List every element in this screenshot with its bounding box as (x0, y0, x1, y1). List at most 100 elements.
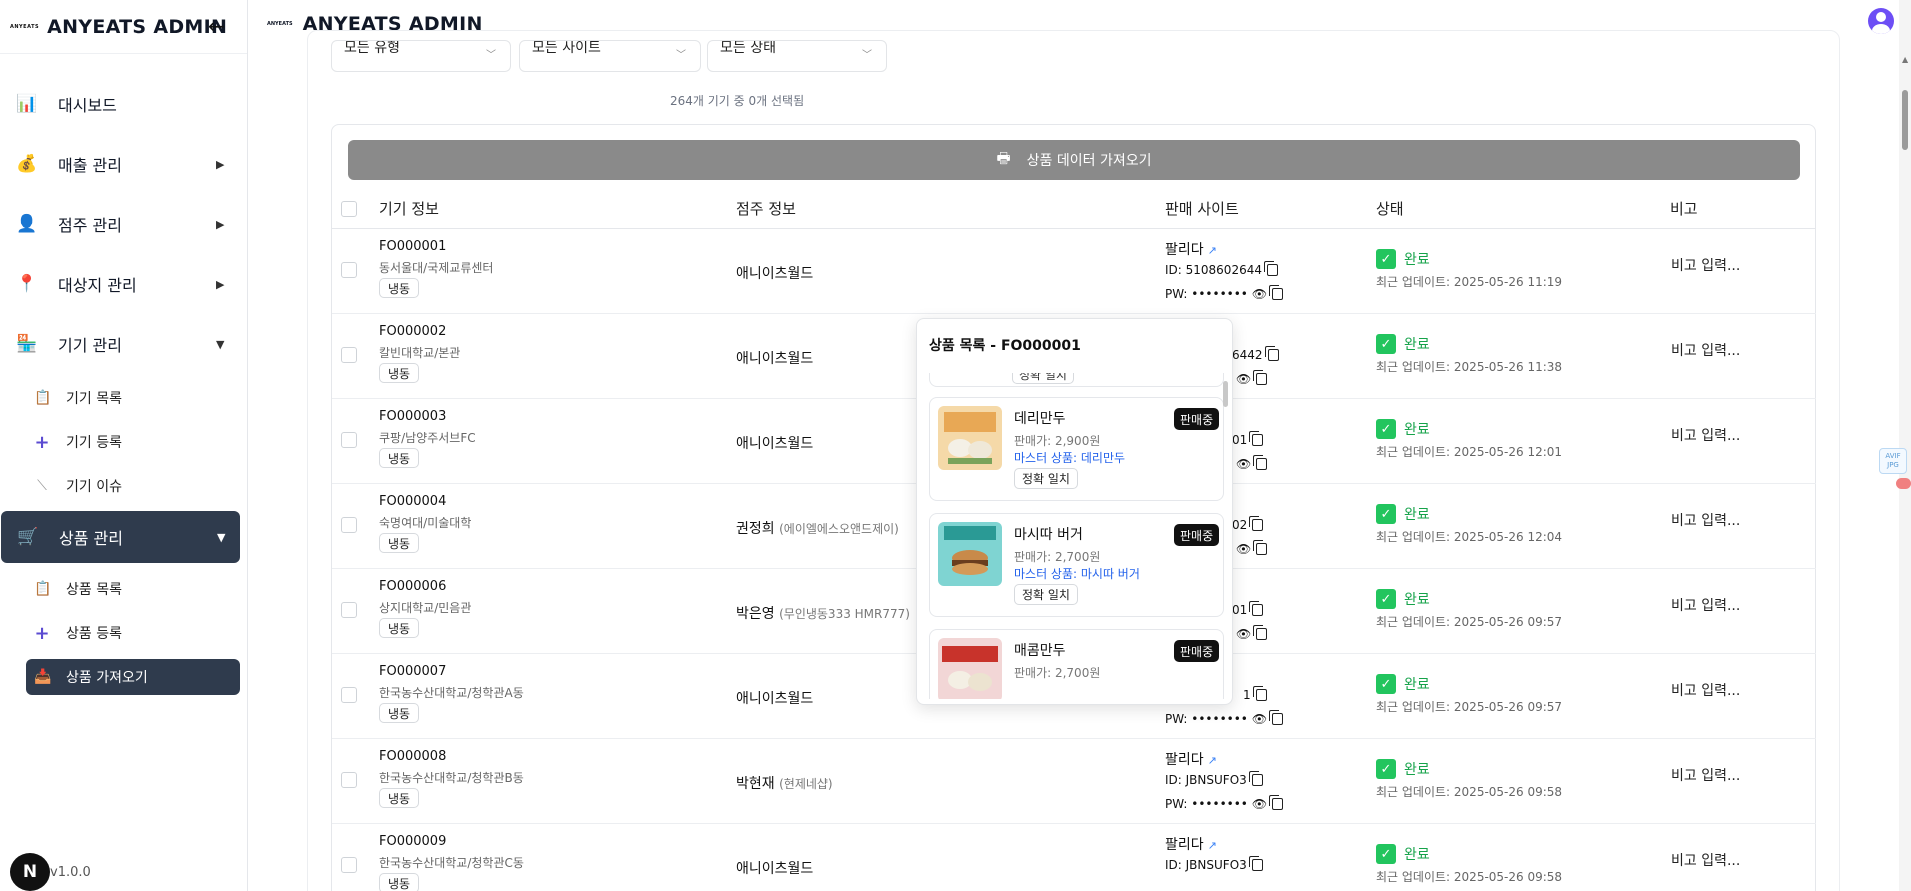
popover-product-list[interactable]: 정확 일치 데리만두 판매가: 2,900원 마스터 상품: 데리만두 정확 일… (929, 373, 1224, 699)
sidebar-subitem-product-list[interactable]: 📋 상품 목록 (26, 571, 240, 607)
select-all-checkbox[interactable] (341, 201, 357, 217)
eye-icon[interactable]: 👁 (1236, 372, 1251, 386)
row-checkbox[interactable] (341, 347, 357, 363)
scroll-thumb[interactable] (1902, 90, 1908, 150)
caret-right-icon: ▶ (216, 277, 225, 291)
site-pw-text: PW: •••••••• (1165, 712, 1248, 726)
product-name: 데리만두 (1014, 411, 1066, 427)
product-card[interactable]: 마시따 버거 판매가: 2,700원 마스터 상품: 마시따 버거 정확 일치 … (929, 513, 1224, 617)
eye-icon[interactable]: 👁 (1252, 797, 1267, 811)
sidebar-item-locations[interactable]: 📍 대상지 관리 ▶ (0, 258, 247, 310)
product-card[interactable]: 매콤만두 판매가: 2,700원 판매중 (929, 629, 1224, 699)
popover-scrollbar[interactable] (1223, 381, 1228, 407)
row-checkbox[interactable] (341, 432, 357, 448)
product-card[interactable]: 데리만두 판매가: 2,900원 마스터 상품: 데리만두 정확 일치 판매중 (929, 397, 1224, 501)
sidebar-item-dashboard[interactable]: 📊 대시보드 (0, 78, 247, 130)
master-product-link[interactable]: 마스터 상품: 데리만두 (1014, 449, 1125, 466)
arrow-left-icon[interactable]: ← (208, 14, 225, 38)
memo-input[interactable]: 비고 입력... (1671, 595, 1740, 615)
eye-icon[interactable]: 👁 (1236, 627, 1251, 641)
copy-icon[interactable] (1252, 686, 1267, 701)
owner-company: (현제네샵) (779, 777, 833, 791)
memo-input[interactable]: 비고 입력... (1671, 510, 1740, 530)
memo-input[interactable]: 비고 입력... (1671, 850, 1740, 870)
copy-icon[interactable] (1264, 346, 1279, 361)
copy-icon[interactable] (1248, 856, 1263, 871)
row-checkbox[interactable] (341, 687, 357, 703)
copy-icon[interactable] (1248, 771, 1263, 786)
caret-down-icon: ▼ (217, 530, 226, 544)
clipboard-icon: 📋 (34, 581, 52, 597)
master-product-link[interactable]: 마스터 상품: 마시따 버거 (1014, 565, 1140, 582)
box-icon: 📥 (34, 669, 52, 685)
memo-input[interactable]: 비고 입력... (1671, 340, 1740, 360)
owner-name: 애니이츠월드 (736, 688, 813, 708)
memo-input[interactable]: 비고 입력... (1671, 425, 1740, 445)
row-checkbox[interactable] (341, 517, 357, 533)
eye-icon[interactable]: 👁 (1252, 287, 1267, 301)
sidebar-subitem-device-list[interactable]: 📋 기기 목록 (26, 380, 240, 416)
product-price: 판매가: 2,700원 (1014, 666, 1101, 680)
clipboard-icon: 📋 (34, 390, 52, 406)
avif-extension-badge[interactable]: AVIF JPG (1879, 448, 1907, 474)
copy-icon[interactable] (1249, 601, 1264, 616)
avatar[interactable] (1868, 8, 1894, 34)
sidebar-item-devices[interactable]: 🏪 기기 관리 ▼ (0, 318, 247, 370)
external-link-icon: ↗ (1207, 244, 1217, 257)
copy-icon[interactable] (1263, 261, 1278, 276)
site-pw-text: PW: •••••••• (1165, 287, 1248, 301)
check-icon: ✓ (1376, 334, 1396, 354)
copy-icon[interactable] (1249, 516, 1264, 531)
row-checkbox[interactable] (341, 602, 357, 618)
memo-input[interactable]: 비고 입력... (1671, 680, 1740, 700)
row-checkbox[interactable] (341, 262, 357, 278)
row-checkbox[interactable] (341, 857, 357, 873)
scroll-up-icon[interactable]: ▲ (1902, 55, 1908, 64)
site-link[interactable]: 팔리다 ↗ (1165, 749, 1217, 769)
sidebar-item-owners[interactable]: 👤 점주 관리 ▶ (0, 198, 247, 250)
eye-icon[interactable]: 👁 (1236, 542, 1251, 556)
status-filter-select[interactable]: 모든 상태 ﹀ (707, 40, 887, 72)
site-id-text: 01 (1232, 433, 1248, 447)
import-button-label: 상품 데이터 가져오기 (1026, 153, 1152, 169)
site-name-text: 팔리다 (1165, 242, 1204, 258)
eye-icon[interactable]: 👁 (1236, 457, 1251, 471)
page-scrollbar[interactable]: ▲ (1899, 0, 1911, 891)
device-location: 한국농수산대학교/청학관C동 (379, 856, 524, 870)
sidebar-subitem-device-register[interactable]: + 기기 등록 (26, 424, 240, 460)
site-id-text: 1 (1243, 688, 1251, 702)
device-code: FO000001 (379, 239, 447, 254)
sidebar-subitem-device-issues[interactable]: ⟍ 기기 이슈 (26, 468, 240, 504)
site-password: PW: •••••••• 👁 (1165, 285, 1284, 301)
copy-icon[interactable] (1269, 710, 1284, 725)
notification-dot[interactable] (1896, 478, 1911, 489)
copy-icon[interactable] (1269, 285, 1284, 300)
site-link[interactable]: 팔리다 ↗ (1165, 834, 1217, 854)
sidebar-item-sales[interactable]: 💰 매출 관리 ▶ (0, 138, 247, 190)
import-product-data-button[interactable]: 🖶 상품 데이터 가져오기 (348, 140, 1800, 180)
site-link[interactable]: 팔리다 ↗ (1165, 239, 1217, 259)
sidebar-item-products[interactable]: 🛒 상품 관리 ▼ (1, 511, 240, 563)
copy-icon[interactable] (1253, 540, 1268, 555)
n-badge-icon[interactable]: N (10, 853, 50, 891)
memo-input[interactable]: 비고 입력... (1671, 255, 1740, 275)
copy-icon[interactable] (1253, 455, 1268, 470)
copy-icon[interactable] (1249, 431, 1264, 446)
site-password: PW: •••••••• 👁 (1165, 710, 1284, 726)
row-checkbox[interactable] (341, 772, 357, 788)
sidebar-subitem-product-register[interactable]: + 상품 등록 (26, 615, 240, 651)
version-label: v1.0.0 (50, 865, 91, 880)
copy-icon[interactable] (1269, 795, 1284, 810)
site-filter-select[interactable]: 모든 사이트 ﹀ (519, 40, 701, 72)
memo-input[interactable]: 비고 입력... (1671, 765, 1740, 785)
device-type-tag: 냉동 (379, 278, 420, 298)
eye-icon[interactable]: 👁 (1252, 712, 1267, 726)
copy-icon[interactable] (1253, 370, 1268, 385)
sidebar-item-label: 상품 관리 (59, 529, 123, 548)
chevron-down-icon: ﹀ (862, 50, 872, 61)
check-icon: ✓ (1376, 674, 1396, 694)
copy-icon[interactable] (1253, 625, 1268, 640)
sidebar-subitem-product-import[interactable]: 📥 상품 가져오기 (26, 659, 240, 695)
popover-title: 상품 목록 - FO000001 (929, 338, 1081, 354)
type-filter-select[interactable]: 모든 유형 ﹀ (331, 40, 511, 72)
